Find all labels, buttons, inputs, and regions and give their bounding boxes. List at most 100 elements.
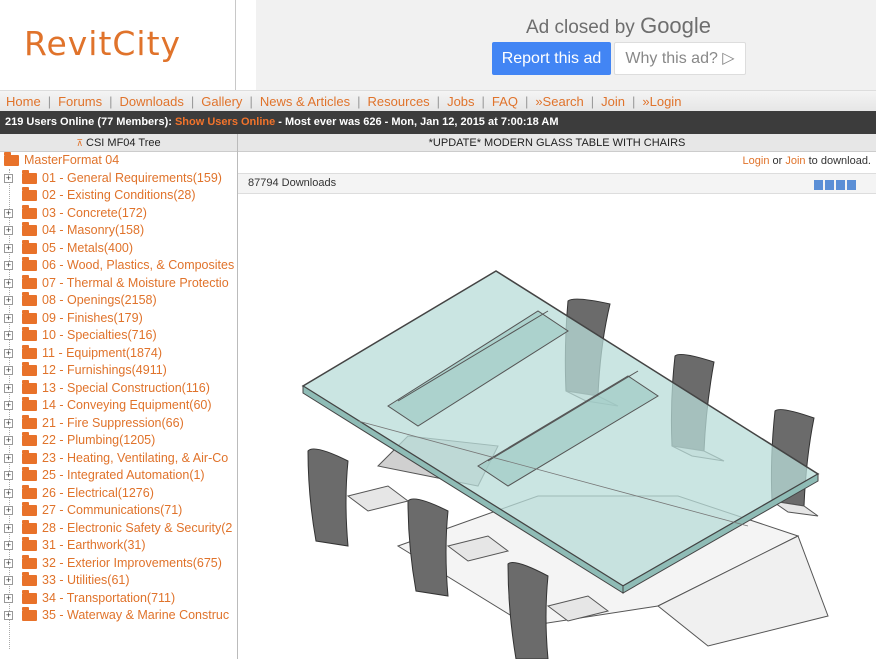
tree-item-label: 10 - Specialties(716) [42,328,157,342]
tree-item[interactable]: +02 - Existing Conditions(28) [0,187,237,204]
folder-icon [22,187,37,201]
expand-icon[interactable]: + [4,576,13,585]
nav-item[interactable]: Gallery [201,94,242,109]
show-users-online-link[interactable]: Show Users Online [175,116,275,128]
nav-item[interactable]: »Search [535,94,583,109]
folder-icon [22,502,37,516]
tree-item[interactable]: +23 - Heating, Ventilating, & Air-Co [0,449,237,467]
expand-icon[interactable]: + [4,593,13,603]
tree-item-label: 07 - Thermal & Moisture Protectio [42,275,229,290]
expand-icon[interactable]: + [4,506,13,515]
expand-icon[interactable]: + [4,436,13,445]
nav-item[interactable]: FAQ [492,94,518,109]
folder-icon [22,379,37,394]
tree-item[interactable]: +26 - Electrical(1276) [0,484,237,502]
tree-item-label: 23 - Heating, Ventilating, & Air-Co [42,450,229,465]
expand-icon[interactable]: + [4,226,13,235]
site-logo[interactable]: RevitCity [24,24,181,63]
expand-icon[interactable]: + [4,366,13,375]
tree-item[interactable]: +11 - Equipment(1874) [0,344,237,362]
nav-item[interactable]: Home [6,94,41,109]
expand-icon[interactable]: + [4,418,13,428]
expand-icon[interactable]: + [4,296,13,305]
tree-item-label: 26 - Electrical(1276) [42,485,154,500]
rating-icons[interactable] [812,178,856,197]
expand-icon[interactable]: + [4,611,13,620]
nav-item[interactable]: Jobs [447,94,474,109]
tree-item[interactable]: +13 - Special Construction(116) [0,379,237,397]
rating-icon[interactable] [847,180,856,190]
nav-item[interactable]: Downloads [120,94,184,109]
tree-item[interactable]: +03 - Concrete(172) [0,204,237,222]
expand-icon[interactable]: + [4,558,13,568]
folder-icon [22,362,37,376]
folder-icon [22,292,37,306]
nav-separator: | [357,94,361,109]
tree-item[interactable]: +22 - Plumbing(1205) [0,432,237,449]
ad-area: Ad closed by Google Report this ad Why t… [256,0,876,90]
tree-item[interactable]: +08 - Openings(2158) [0,292,237,309]
rating-icon[interactable] [836,180,845,190]
chevron-down-icon[interactable]: ⊼ [76,138,83,148]
folder-icon [22,432,37,446]
tree-item[interactable]: +10 - Specialties(716) [0,327,237,344]
tree-root[interactable]: MasterFormat 04 [0,152,237,169]
tree-item[interactable]: +12 - Furnishings(4911) [0,362,237,379]
tree-item[interactable]: +34 - Transportation(711) [0,589,237,607]
nav-item[interactable]: Resources [368,94,430,109]
sidebar-title: CSI MF04 Tree [86,137,161,149]
rating-icon[interactable] [814,180,823,190]
rating-icon[interactable] [825,180,834,190]
site-header: RevitCity Ad closed by Google Report thi… [0,0,876,90]
nav-item[interactable]: News & Articles [260,94,350,109]
folder-icon [22,169,37,184]
tree-item[interactable]: +21 - Fire Suppression(66) [0,414,237,432]
expand-icon[interactable]: + [4,523,13,533]
logo-area: RevitCity [0,0,236,90]
expand-icon[interactable]: + [4,278,13,288]
tree-item[interactable]: +33 - Utilities(61) [0,572,237,589]
folder-icon [22,589,37,604]
expand-icon[interactable]: + [4,401,13,410]
folder-icon [22,467,37,481]
nav-item[interactable]: Forums [58,94,102,109]
tree-item[interactable]: +14 - Conveying Equipment(60) [0,397,237,414]
or-text: or [772,155,783,167]
report-ad-button[interactable]: Report this ad [492,42,611,75]
ad-closed-label: Ad closed by [526,17,635,38]
main-nav: Home | Forums | Downloads | Gallery | News & Art… [0,90,876,111]
expand-icon[interactable]: + [4,313,13,323]
expand-icon[interactable]: + [4,173,13,183]
tree-item[interactable]: +04 - Masonry(158) [0,222,237,239]
why-this-ad-button[interactable]: Why this ad? ▷ [614,42,746,75]
download-count: 87794 Downloads [248,177,337,189]
nav-separator: | [47,94,52,109]
login-link[interactable]: Login [743,155,770,167]
expand-icon[interactable]: + [4,208,13,218]
tree-item-label: 21 - Fire Suppression(66) [42,415,184,430]
expand-icon[interactable]: + [4,453,13,463]
expand-icon[interactable]: + [4,261,13,270]
tree-item[interactable]: +07 - Thermal & Moisture Protectio [0,274,237,292]
nav-item[interactable]: »Login [642,94,681,109]
folder-icon [22,309,37,324]
tree-item[interactable]: +31 - Earthwork(31) [0,537,237,554]
tree-item[interactable]: +05 - Metals(400) [0,239,237,257]
tree-item[interactable]: +27 - Communications(71) [0,502,237,519]
tree-item[interactable]: +25 - Integrated Automation(1) [0,467,237,484]
expand-icon[interactable]: + [4,541,13,550]
tree-item[interactable]: +35 - Waterway & Marine Construc [0,607,237,624]
expand-icon[interactable]: + [4,471,13,480]
expand-icon[interactable]: + [4,331,13,340]
tree-item[interactable]: +01 - General Requirements(159) [0,169,237,187]
expand-icon[interactable]: + [4,348,13,358]
tree-item[interactable]: +28 - Electronic Safety & Security(2 [0,519,237,537]
join-link[interactable]: Join [785,155,805,167]
nav-item[interactable]: Join [601,94,625,109]
expand-icon[interactable]: + [4,243,13,253]
expand-icon[interactable]: + [4,383,13,393]
expand-icon[interactable]: + [4,488,13,498]
tree-item[interactable]: +09 - Finishes(179) [0,309,237,327]
tree-item[interactable]: +06 - Wood, Plastics, & Composites [0,257,237,274]
tree-item[interactable]: +32 - Exterior Improvements(675) [0,554,237,572]
